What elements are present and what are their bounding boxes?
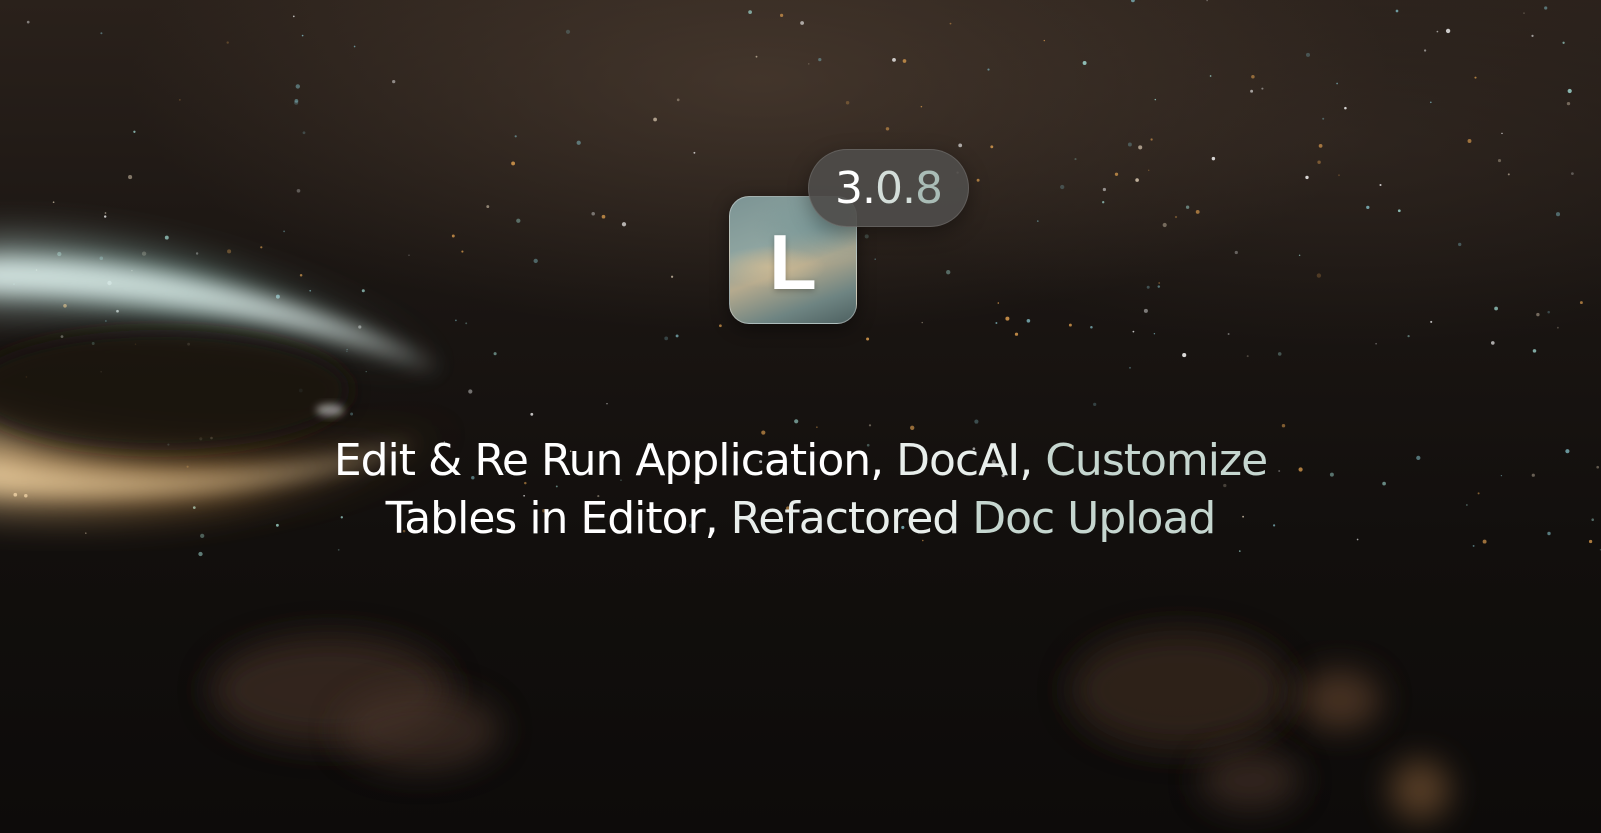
headline-line-1: Edit & Re Run Application, DocAI, Custom… bbox=[0, 432, 1601, 490]
release-headline: Edit & Re Run Application, DocAI, Custom… bbox=[0, 432, 1601, 548]
headline-line-1-part-2: DocAI, bbox=[896, 435, 1046, 486]
headline-line-2: Tables in Editor, Refactored Doc Upload bbox=[0, 490, 1601, 548]
headline-line-1-part-3: Customize bbox=[1045, 435, 1268, 486]
version-patch: 8 bbox=[914, 162, 943, 214]
headline-line-2-part-3: Doc Upload bbox=[972, 493, 1216, 544]
blurred-foreground-shapes bbox=[210, 630, 1450, 820]
release-banner: L 3. 0. 8 Edit & Re Run Application, DocAI… bbox=[0, 0, 1601, 833]
headline-line-2-part-1: Tables in Editor, bbox=[385, 493, 731, 544]
headline-line-1-part-1: Edit & Re Run Application, bbox=[333, 435, 897, 486]
headline-line-2-part-2: Refactored bbox=[730, 493, 973, 544]
version-badge: 3. 0. 8 bbox=[808, 149, 969, 227]
version-major: 3. bbox=[835, 162, 876, 214]
version-minor: 0. bbox=[874, 162, 916, 214]
